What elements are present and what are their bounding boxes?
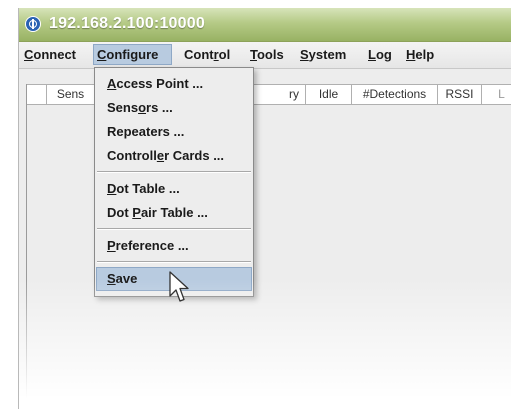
column-header-select[interactable]	[27, 85, 47, 104]
menu-control[interactable]: Control	[181, 44, 233, 65]
app-window: 192.168.2.100:10000 Connect Configure Co…	[18, 8, 511, 409]
column-header-rssi[interactable]: RSSI	[438, 85, 482, 104]
menu-separator	[97, 171, 251, 173]
menu-connect[interactable]: Connect	[21, 44, 79, 65]
power-circle-icon	[25, 16, 41, 32]
arrow-pointer-icon	[169, 271, 189, 302]
menu-help[interactable]: Help	[403, 44, 437, 65]
menu-separator	[97, 261, 251, 263]
menu-system[interactable]: System	[297, 44, 349, 65]
column-header-detections[interactable]: #Detections	[352, 85, 438, 104]
menu-item-controller-cards[interactable]: Controller Cards ...	[97, 144, 251, 168]
menu-item-dot-table[interactable]: Dot Table ...	[97, 177, 251, 201]
menu-tools[interactable]: Tools	[247, 44, 287, 65]
menu-log[interactable]: Log	[365, 44, 395, 65]
menu-item-preference[interactable]: Preference ...	[97, 234, 251, 258]
menu-bar: Connect Configure Control Tools System L…	[19, 42, 511, 69]
configure-dropdown-menu: Access Point ... Sensors ... Repeaters .…	[94, 67, 254, 297]
menu-item-access-point[interactable]: Access Point ...	[97, 72, 251, 96]
window-title: 192.168.2.100:10000	[49, 15, 205, 32]
menu-configure[interactable]: Configure	[93, 44, 172, 65]
menu-item-repeaters[interactable]: Repeaters ...	[97, 120, 251, 144]
menu-item-sensors[interactable]: Sensors ...	[97, 96, 251, 120]
menu-separator	[97, 228, 251, 230]
menu-item-dot-pair-table[interactable]: Dot Pair Table ...	[97, 201, 251, 225]
column-header-sensor[interactable]: Sens	[47, 85, 95, 104]
title-bar[interactable]: 192.168.2.100:10000	[19, 8, 511, 42]
column-header-l[interactable]: L	[482, 85, 511, 104]
column-header-idle[interactable]: Idle	[306, 85, 352, 104]
